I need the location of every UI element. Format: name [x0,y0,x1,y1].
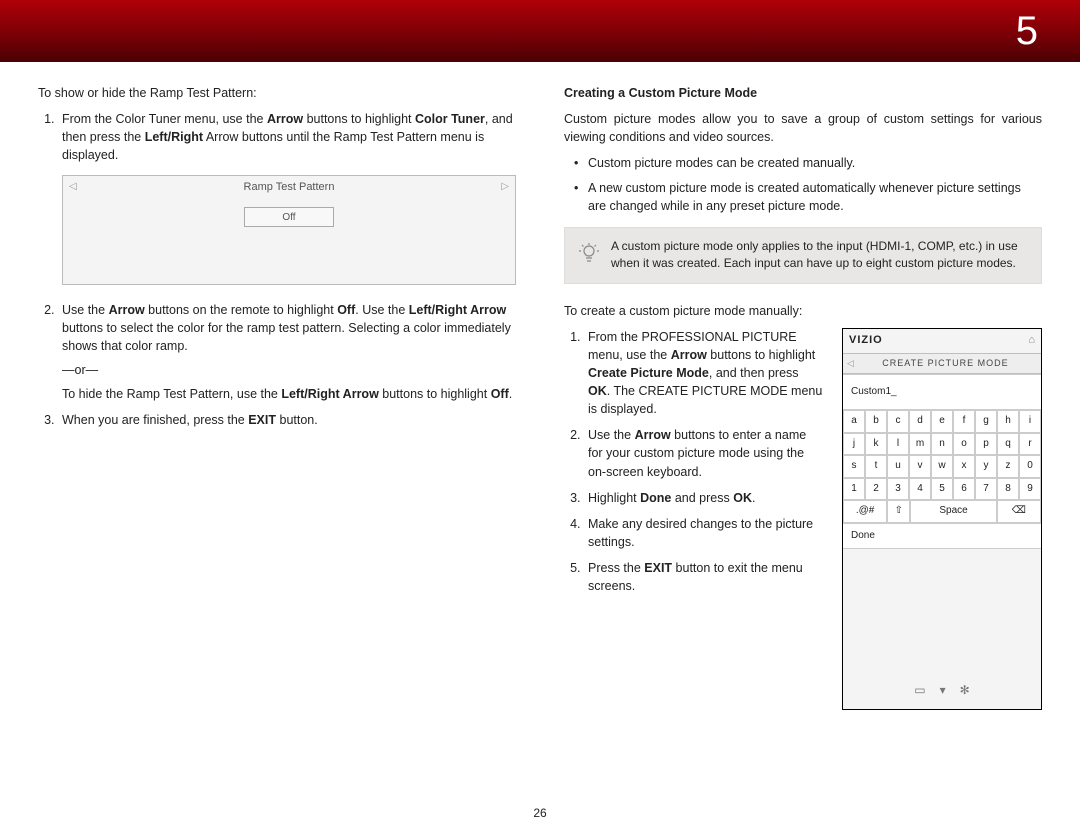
key: v [909,455,931,478]
kbd-row-2: jklmnopqr [843,433,1041,456]
key: 5 [931,478,953,501]
key: n [931,433,953,456]
bullet-list: Custom picture modes can be created manu… [564,154,1042,214]
chapter-number: 5 [1016,2,1038,60]
key: x [953,455,975,478]
right-intro2: To create a custom picture mode manually… [564,302,1042,320]
key: e [931,410,953,433]
right-steps: From the PROFESSIONAL PICTURE menu, use … [564,328,824,596]
key: 0 [1019,455,1041,478]
section-para: Custom picture modes allow you to save a… [564,110,1042,146]
bullet-1: Custom picture modes can be created manu… [588,154,1042,172]
lightbulb-icon [577,238,601,273]
right-steps-wrap: From the PROFESSIONAL PICTURE menu, use … [564,328,824,710]
back-triangle-icon: ◁ [847,357,854,370]
key: c [887,410,909,433]
key: 6 [953,478,975,501]
gear-icon: ✻ [960,682,970,699]
key: t [865,455,887,478]
triangle-right-icon: ▷ [501,180,509,195]
symbols-key: .@# [843,500,887,523]
r-step-4: Make any desired changes to the picture … [584,515,824,551]
left-intro: To show or hide the Ramp Test Pattern: [38,84,516,102]
or-divider: —or— [62,361,516,379]
space-key: Space [910,500,996,523]
left-steps: From the Color Tuner menu, use the Arrow… [38,110,516,429]
key: g [975,410,997,433]
ramp-title: Ramp Test Pattern [77,180,502,196]
onscreen-keyboard: abcdefghi jklmnopqr stuvwxyz0 123456789 … [843,410,1041,523]
key: 7 [975,478,997,501]
home-icon: ⌂ [1028,333,1035,349]
tip-box: A custom picture mode only applies to th… [564,227,1042,284]
screen-header: VIZIO ⌂ [843,329,1041,354]
done-row: Done [843,523,1041,550]
r-step-2: Use the Arrow buttons to enter a name fo… [584,426,824,480]
key: 3 [887,478,909,501]
key: h [997,410,1019,433]
left-column: To show or hide the Ramp Test Pattern: F… [38,84,516,710]
backspace-key: ⌫ [997,500,1041,523]
tip-text: A custom picture mode only applies to th… [611,238,1029,273]
key: u [887,455,909,478]
key: y [975,455,997,478]
kbd-row-1: abcdefghi [843,410,1041,433]
ramp-off-box: Off [244,207,334,227]
left-step-3: When you are finished, press the EXIT bu… [58,411,516,429]
left-step-1: From the Color Tuner menu, use the Arrow… [58,110,516,284]
key: m [909,433,931,456]
key: 1 [843,478,865,501]
key: l [887,433,909,456]
ramp-test-pattern-mockup: ◁ Ramp Test Pattern ▷ Off [62,175,516,285]
r-step-5: Press the EXIT button to exit the menu s… [584,559,824,595]
key: d [909,410,931,433]
ramp-title-row: ◁ Ramp Test Pattern ▷ [63,176,515,200]
right-column: Creating a Custom Picture Mode Custom pi… [564,84,1042,710]
key: i [1019,410,1041,433]
key: 9 [1019,478,1041,501]
page-body: To show or hide the Ramp Test Pattern: F… [0,62,1080,710]
key: 4 [909,478,931,501]
kbd-row-4: 123456789 [843,478,1041,501]
brand-label: VIZIO [849,333,883,349]
key: o [953,433,975,456]
key: p [975,433,997,456]
chapter-tab: 5 [0,0,1080,62]
r-step-3: Highlight Done and press OK. [584,489,824,507]
key: b [865,410,887,433]
r-step-1: From the PROFESSIONAL PICTURE menu, use … [584,328,824,419]
screen-subtitle: CREATE PICTURE MODE [854,357,1037,370]
section-heading: Creating a Custom Picture Mode [564,84,1042,102]
key: k [865,433,887,456]
shift-key: ⇧ [887,500,910,523]
screen-subheader: ◁ CREATE PICTURE MODE [843,354,1041,374]
triangle-left-icon: ◁ [69,180,77,195]
create-picture-mode-screen: VIZIO ⌂ ◁ CREATE PICTURE MODE Custom1_ a… [842,328,1042,710]
v-icon: ▾ [940,682,946,699]
kbd-row-5: .@# ⇧ Space ⌫ [843,500,1041,523]
key: w [931,455,953,478]
key: q [997,433,1019,456]
name-field: Custom1_ [843,374,1041,411]
wide-icon: ▭ [914,682,925,699]
kbd-row-3: stuvwxyz0 [843,455,1041,478]
key: s [843,455,865,478]
page-number: 26 [0,805,1080,822]
key: j [843,433,865,456]
key: a [843,410,865,433]
key: f [953,410,975,433]
key: 2 [865,478,887,501]
key: 8 [997,478,1019,501]
left-step-2: Use the Arrow buttons on the remote to h… [58,301,516,404]
key: r [1019,433,1041,456]
screen-footer: ▭ ▾ ✻ [843,549,1041,709]
bullet-2: A new custom picture mode is created aut… [588,179,1042,215]
key: z [997,455,1019,478]
